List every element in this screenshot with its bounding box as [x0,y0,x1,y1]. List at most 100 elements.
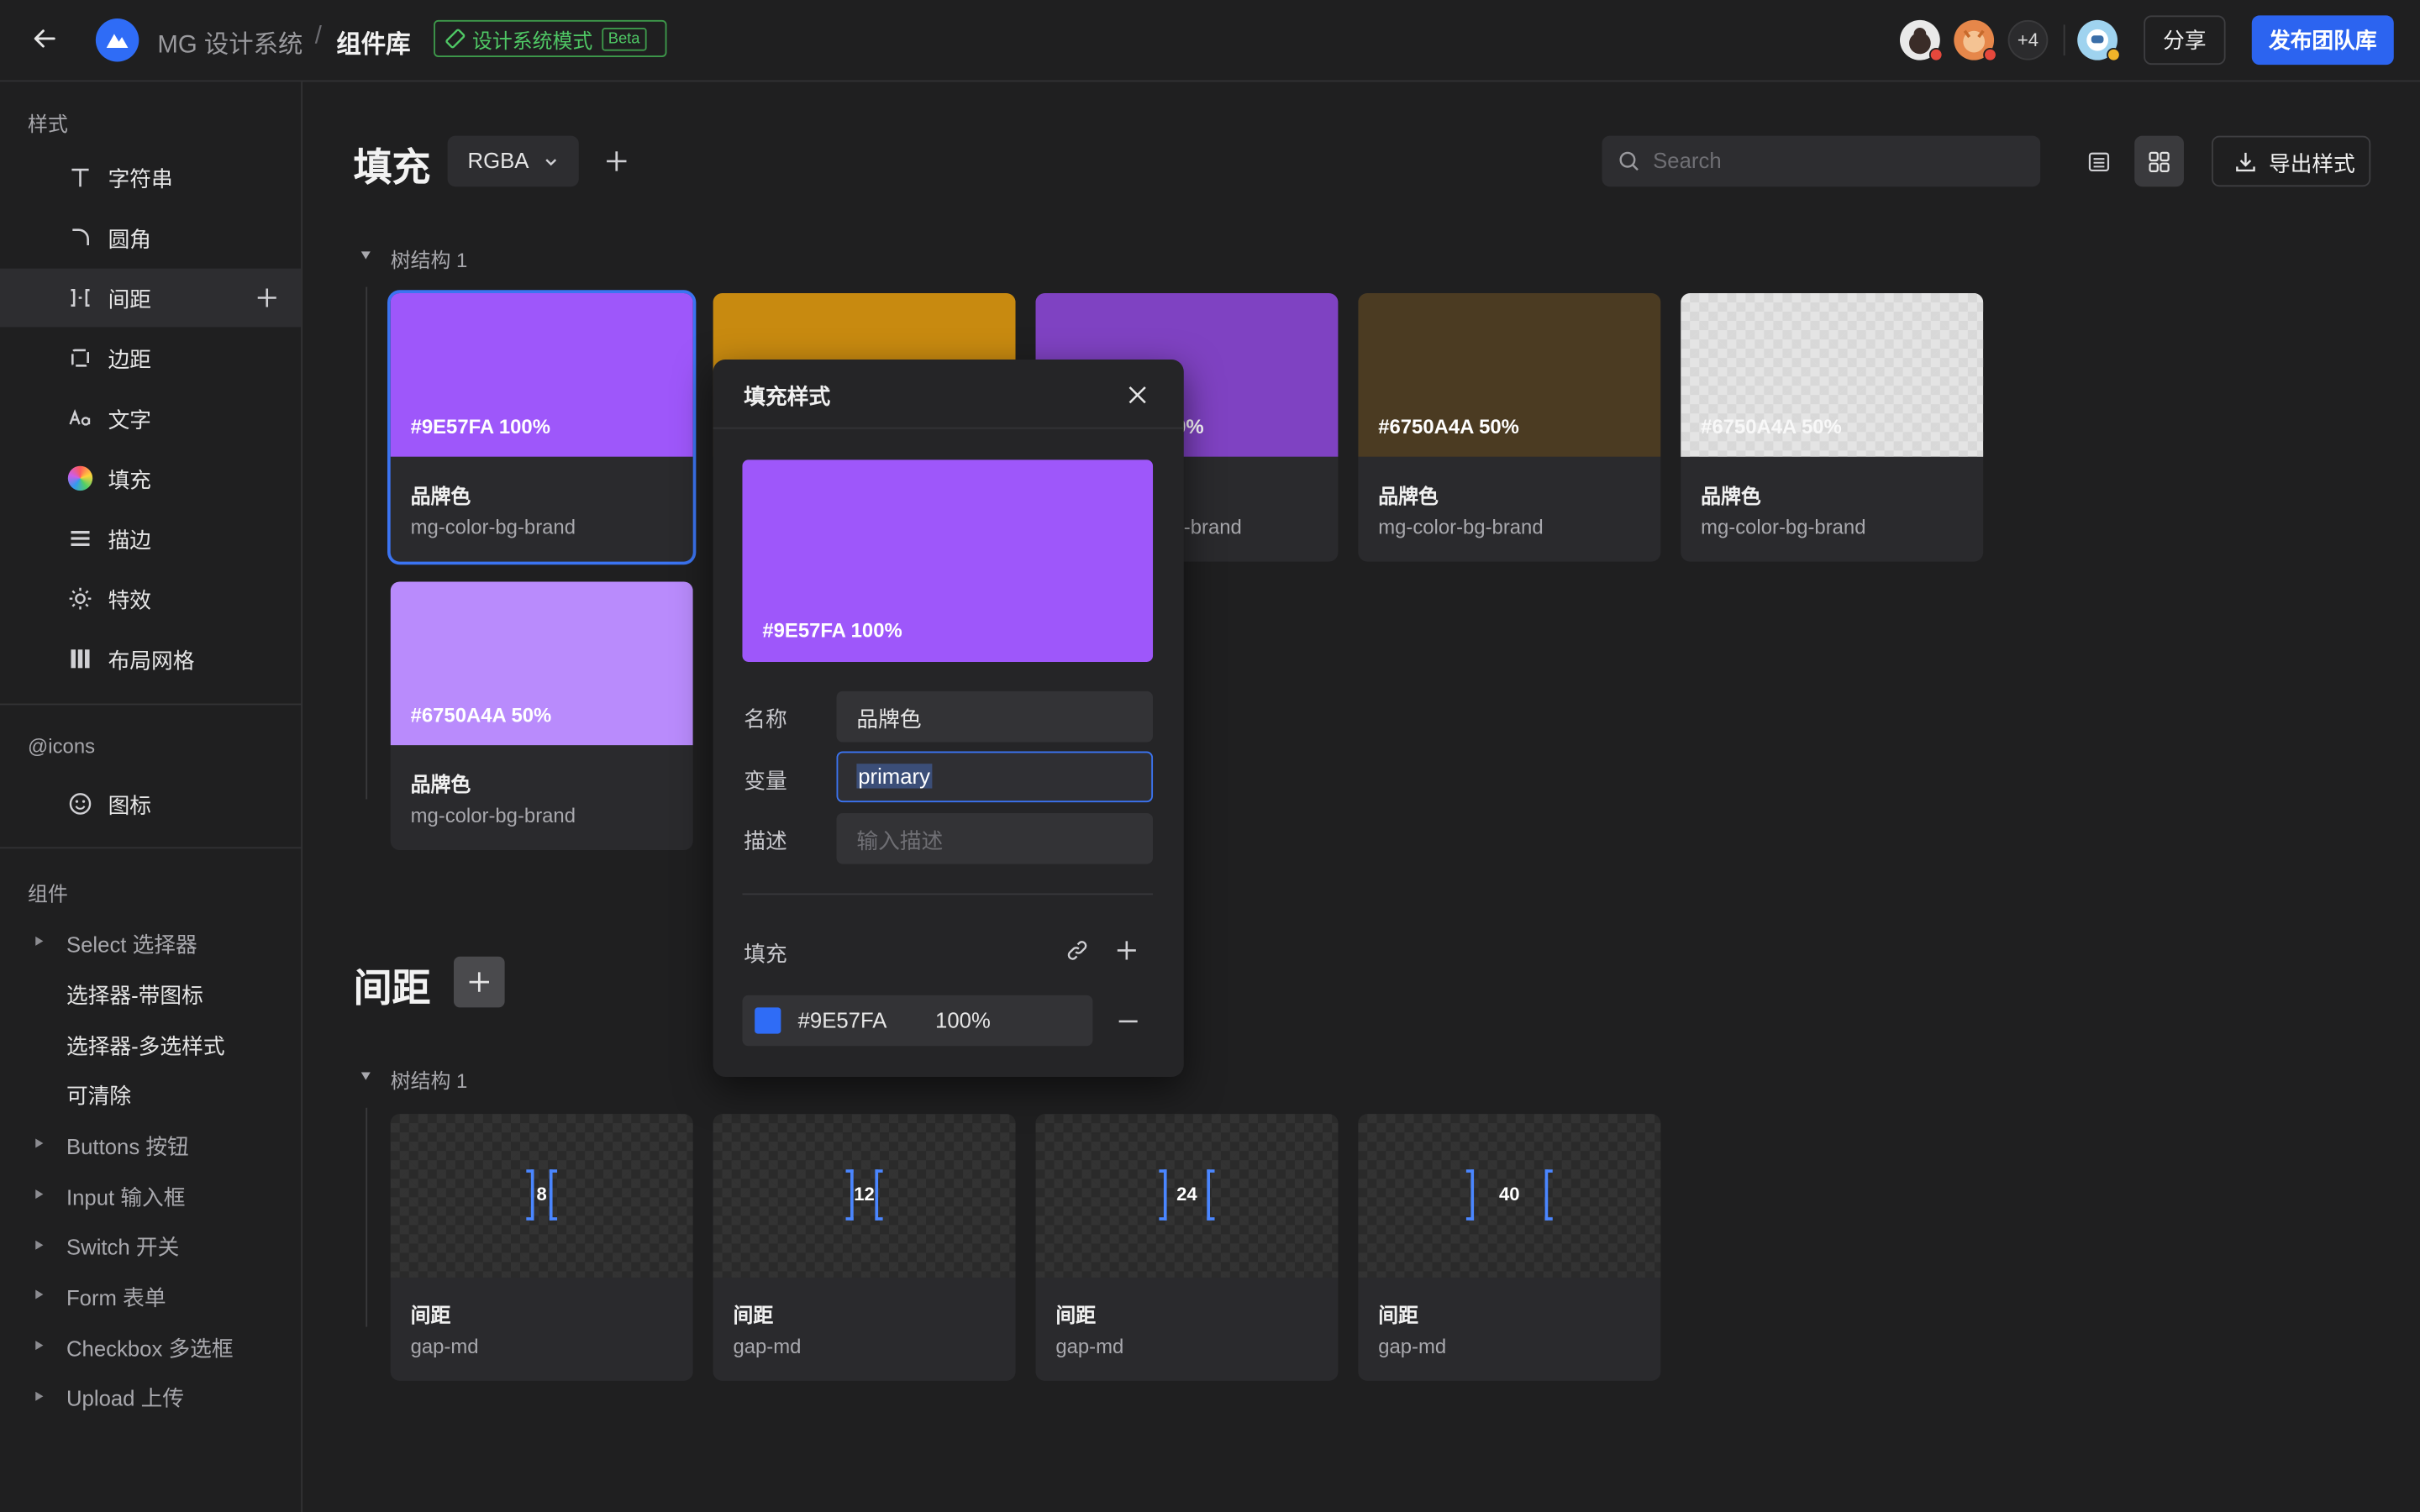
variable-field[interactable]: primary [836,751,1154,803]
grid-view-button[interactable] [2134,135,2184,187]
grid-view-icon [2149,151,2170,172]
sidebar-item-padding[interactable]: 边距 [0,328,301,387]
swatch-hex: #6750A4A 50% [1378,415,1519,438]
style-token: mg-color-bg-brand [1378,515,1544,539]
add-spacing-icon[interactable] [255,286,279,310]
component-group-select[interactable]: Select 选择器 [66,929,197,960]
color-preview[interactable]: #9E57FA 100% [742,459,1154,662]
variable-label: 变量 [744,768,787,794]
color-format-select[interactable]: RGBA [447,135,579,187]
name-label: 名称 [744,706,787,732]
spacing-value: 8 [536,1183,547,1205]
tree-collapse-caret-icon[interactable] [360,1072,371,1080]
sidebar-divider [0,703,302,706]
spacing-style-card[interactable]: 8 间距 gap-md [390,1114,693,1381]
close-icon[interactable] [1125,383,1150,407]
add-spacing-button[interactable] [454,956,505,1008]
more-users-count[interactable]: +4 [2007,19,2049,60]
component-group-input[interactable]: Input 输入框 [66,1182,185,1213]
component-item[interactable]: 选择器-带图标 [66,979,203,1011]
fill-hex-value[interactable]: #9E57FA [798,1007,887,1032]
ruler-icon [445,29,466,49]
share-button[interactable]: 分享 [2144,15,2226,66]
description-field[interactable]: 输入描述 [836,812,1154,864]
expand-caret-icon[interactable] [35,1341,44,1351]
component-group-buttons[interactable]: Buttons 按钮 [66,1131,189,1162]
logo-mark-icon [106,34,129,48]
spacing-style-card[interactable]: 12 间距 gap-md [713,1114,1016,1381]
component-group-checkbox[interactable]: Checkbox 多选框 [66,1333,234,1364]
export-styles-button[interactable]: 导出样式 [2212,135,2371,187]
style-name: 品牌色 [1378,484,1439,508]
spacing-style-card[interactable]: 40 间距 gap-md [1358,1114,1661,1381]
sidebar-item-icons[interactable]: 图标 [0,774,301,833]
fill-row[interactable]: #9E57FA 100% [742,995,1093,1047]
sidebar-item-typography[interactable]: 文字 [0,389,301,448]
add-fill-style-icon[interactable] [603,148,629,174]
smiley-icon [69,793,92,815]
publish-library-button[interactable]: 发布团队库 [2251,15,2394,66]
fill-tree-label[interactable]: 树结构 1 [391,244,468,273]
link-icon[interactable] [1065,938,1089,963]
list-view-button[interactable] [2075,136,2124,187]
component-group-upload[interactable]: Upload 上传 [66,1383,184,1414]
expand-caret-icon[interactable] [35,1138,44,1148]
text-t-icon [71,168,89,187]
style-token: mg-color-bg-brand [1701,515,1866,539]
color-fill-icon [67,465,93,491]
expand-caret-icon[interactable] [35,1391,44,1401]
remove-fill-icon[interactable] [1116,1009,1140,1033]
typography-icon [69,409,91,426]
sidebar-item-radius[interactable]: 圆角 [0,208,301,267]
name-field[interactable]: 品牌色 [836,690,1154,743]
spacing-tree-label[interactable]: 树结构 1 [391,1064,468,1094]
fill-style-popover: 填充样式 #9E57FA 100% 名称 品牌色 变量 primary 描述 输… [713,359,1184,1078]
expand-caret-icon[interactable] [35,936,44,946]
spacing-style-card[interactable]: 24 间距 gap-md [1035,1114,1339,1381]
fill-style-card[interactable]: #9E57FA 100% 品牌色 mg-color-bg-brand [390,292,693,562]
components-section-title: 组件 [28,882,68,906]
name-value: 品牌色 [856,706,922,732]
sidebar-item-layout-grid[interactable]: 布局网格 [0,629,301,688]
sidebar-item-stroke[interactable]: 描边 [0,509,301,568]
sidebar-item-string[interactable]: 字符串 [0,148,301,207]
sidebar-item-label: 间距 [108,286,152,312]
effect-sun-icon [69,587,92,610]
sidebar-item-effect[interactable]: 特效 [0,570,301,628]
component-group-switch[interactable]: Switch 开关 [66,1231,179,1263]
expand-caret-icon[interactable] [35,1240,44,1250]
app-root: MG 设计系统 / 组件库 设计系统模式 Beta +4 分享 发布团队库 样式… [0,0,2420,1512]
component-item[interactable]: 可清除 [66,1080,131,1111]
tree-guide-line [366,286,368,800]
swatch-hex: #6750A4A 50% [1701,415,1842,438]
style-name: 间距 [410,1304,451,1327]
sidebar-item-spacing[interactable]: 间距 [0,268,302,328]
description-label: 描述 [744,828,787,853]
sidebar-item-fill[interactable]: 填充 [0,449,301,507]
search-input[interactable]: Search [1602,135,2041,187]
component-group-form[interactable]: Form 表单 [66,1282,166,1313]
corner-radius-icon [72,228,89,246]
add-fill-icon[interactable] [1114,938,1139,963]
sidebar-item-label: 布局网格 [108,648,195,673]
expand-caret-icon[interactable] [35,1189,44,1200]
design-system-mode-badge[interactable]: 设计系统模式 Beta [434,19,667,57]
style-name: 品牌色 [410,773,471,796]
fill-style-card[interactable]: #6750A4A 50% 品牌色 mg-color-bg-brand [390,581,693,851]
spacing-value: 12 [854,1183,875,1205]
fill-color-chip[interactable] [755,1007,781,1034]
tree-collapse-caret-icon[interactable] [360,251,371,260]
fill-style-card[interactable]: #6750A4A 50% 品牌色 mg-color-bg-brand [1681,292,1984,562]
spacing-section-title: 间距 [353,967,431,1011]
expand-caret-icon[interactable] [35,1289,44,1299]
export-label: 导出样式 [2269,151,2355,176]
component-item[interactable]: 选择器-多选样式 [66,1031,225,1062]
fill-style-card[interactable]: #6750A4A 50% 品牌色 mg-color-bg-brand [1358,292,1661,562]
sidebar-item-label: 文字 [108,407,152,433]
sidebar-item-label: 特效 [108,587,152,613]
back-arrow-icon[interactable] [28,22,61,55]
fill-opacity-value[interactable]: 100% [935,1007,991,1032]
description-placeholder: 输入描述 [856,828,944,853]
brand-name[interactable]: MG 设计系统 [157,24,302,60]
breadcrumb-current[interactable]: 组件库 [336,24,410,60]
